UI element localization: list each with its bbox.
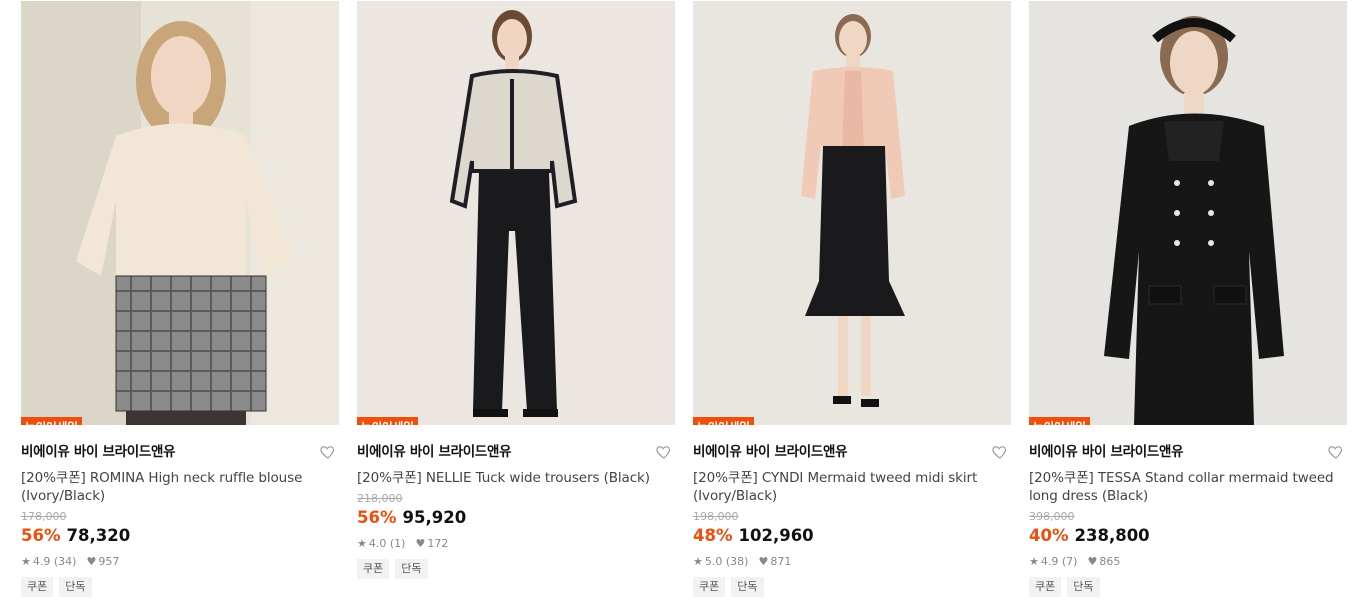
wishlist-heart-icon[interactable] [1327, 443, 1345, 461]
like-count: 871 [770, 555, 792, 568]
tag-coupon: 쿠폰 [21, 577, 54, 597]
sale-badge: 뉴이어세일 [1029, 417, 1090, 425]
sale-badge: 뉴이어세일 [21, 417, 82, 425]
wishlist-heart-icon[interactable] [319, 443, 337, 461]
sale-price: 102,960 [738, 526, 814, 545]
wishlist-heart-icon[interactable] [991, 443, 1009, 461]
like-count: 172 [427, 537, 449, 550]
star-icon: ★ [21, 555, 31, 568]
product-image[interactable]: 뉴이어세일 [1029, 1, 1347, 425]
discount-rate: 56% [21, 526, 61, 545]
rating-value: 4.0 [368, 537, 387, 550]
sale-price: 78,320 [66, 526, 131, 545]
product-card[interactable]: 뉴이어세일 비에이유 바이 브라이드앤유 [20%쿠폰] TESSA Stand… [1029, 1, 1347, 597]
star-icon: ★ [357, 537, 367, 550]
like-count: 957 [98, 555, 120, 568]
brand-name[interactable]: 비에이유 바이 브라이드앤유 [21, 442, 339, 462]
product-stats: ★ 4.9 (7) ♥ 865 [1029, 555, 1347, 569]
original-price: 398,000 [1029, 510, 1075, 523]
product-card[interactable]: 뉴이어세일 비에이유 바이 브라이드앤유 [20%쿠폰] ROMINA High… [21, 1, 339, 597]
tag-coupon: 쿠폰 [693, 577, 726, 597]
review-count: (1) [389, 537, 406, 550]
product-card[interactable]: 뉴이어세일 비에이유 바이 브라이드앤유 [20%쿠폰] CYNDI Merma… [693, 1, 1011, 597]
review-count: (38) [725, 555, 749, 568]
discount-rate: 48% [693, 526, 733, 545]
heart-filled-icon: ♥ [415, 537, 426, 550]
rating-value: 4.9 [32, 555, 51, 568]
product-card[interactable]: 뉴이어세일 비에이유 바이 브라이드앤유 [20%쿠폰] NELLIE Tuck… [357, 1, 675, 579]
brand-name[interactable]: 비에이유 바이 브라이드앤유 [357, 442, 675, 462]
sale-badge: 뉴이어세일 [693, 417, 754, 425]
tag-exclusive: 단독 [731, 577, 764, 597]
rating-value: 4.9 [1040, 555, 1059, 568]
brand-name[interactable]: 비에이유 바이 브라이드앤유 [693, 442, 1011, 462]
tag-coupon: 쿠폰 [1029, 577, 1062, 597]
product-name[interactable]: [20%쿠폰] ROMINA High neck ruffle blouse (… [21, 469, 339, 505]
like-count: 865 [1099, 555, 1121, 568]
product-image[interactable]: 뉴이어세일 [21, 1, 339, 425]
product-stats: ★ 4.9 (34) ♥ 957 [21, 555, 339, 569]
heart-filled-icon: ♥ [1087, 555, 1098, 568]
original-price: 218,000 [357, 492, 403, 505]
review-count: (34) [53, 555, 77, 568]
discount-rate: 56% [357, 508, 397, 527]
product-name[interactable]: [20%쿠폰] TESSA Stand collar mermaid tweed… [1029, 469, 1347, 505]
star-icon: ★ [693, 555, 703, 568]
discount-rate: 40% [1029, 526, 1069, 545]
tag-exclusive: 단독 [395, 559, 428, 579]
product-image[interactable]: 뉴이어세일 [693, 1, 1011, 425]
tag-exclusive: 단독 [1067, 577, 1100, 597]
product-grid: 뉴이어세일 비에이유 바이 브라이드앤유 [20%쿠폰] ROMINA High… [0, 0, 1352, 615]
product-name[interactable]: [20%쿠폰] NELLIE Tuck wide trousers (Black… [357, 469, 675, 487]
review-count: (7) [1061, 555, 1078, 568]
heart-filled-icon: ♥ [86, 555, 97, 568]
sale-badge: 뉴이어세일 [357, 417, 418, 425]
original-price: 178,000 [21, 510, 67, 523]
tag-coupon: 쿠폰 [357, 559, 390, 579]
brand-name[interactable]: 비에이유 바이 브라이드앤유 [1029, 442, 1347, 462]
heart-filled-icon: ♥ [758, 555, 769, 568]
product-stats: ★ 5.0 (38) ♥ 871 [693, 555, 1011, 569]
wishlist-heart-icon[interactable] [655, 443, 673, 461]
original-price: 198,000 [693, 510, 739, 523]
product-stats: ★ 4.0 (1) ♥ 172 [357, 537, 675, 551]
sale-price: 238,800 [1074, 526, 1150, 545]
product-image[interactable]: 뉴이어세일 [357, 1, 675, 425]
rating-value: 5.0 [704, 555, 723, 568]
product-name[interactable]: [20%쿠폰] CYNDI Mermaid tweed midi skirt (… [693, 469, 1011, 505]
star-icon: ★ [1029, 555, 1039, 568]
tag-exclusive: 단독 [59, 577, 92, 597]
sale-price: 95,920 [402, 508, 467, 527]
